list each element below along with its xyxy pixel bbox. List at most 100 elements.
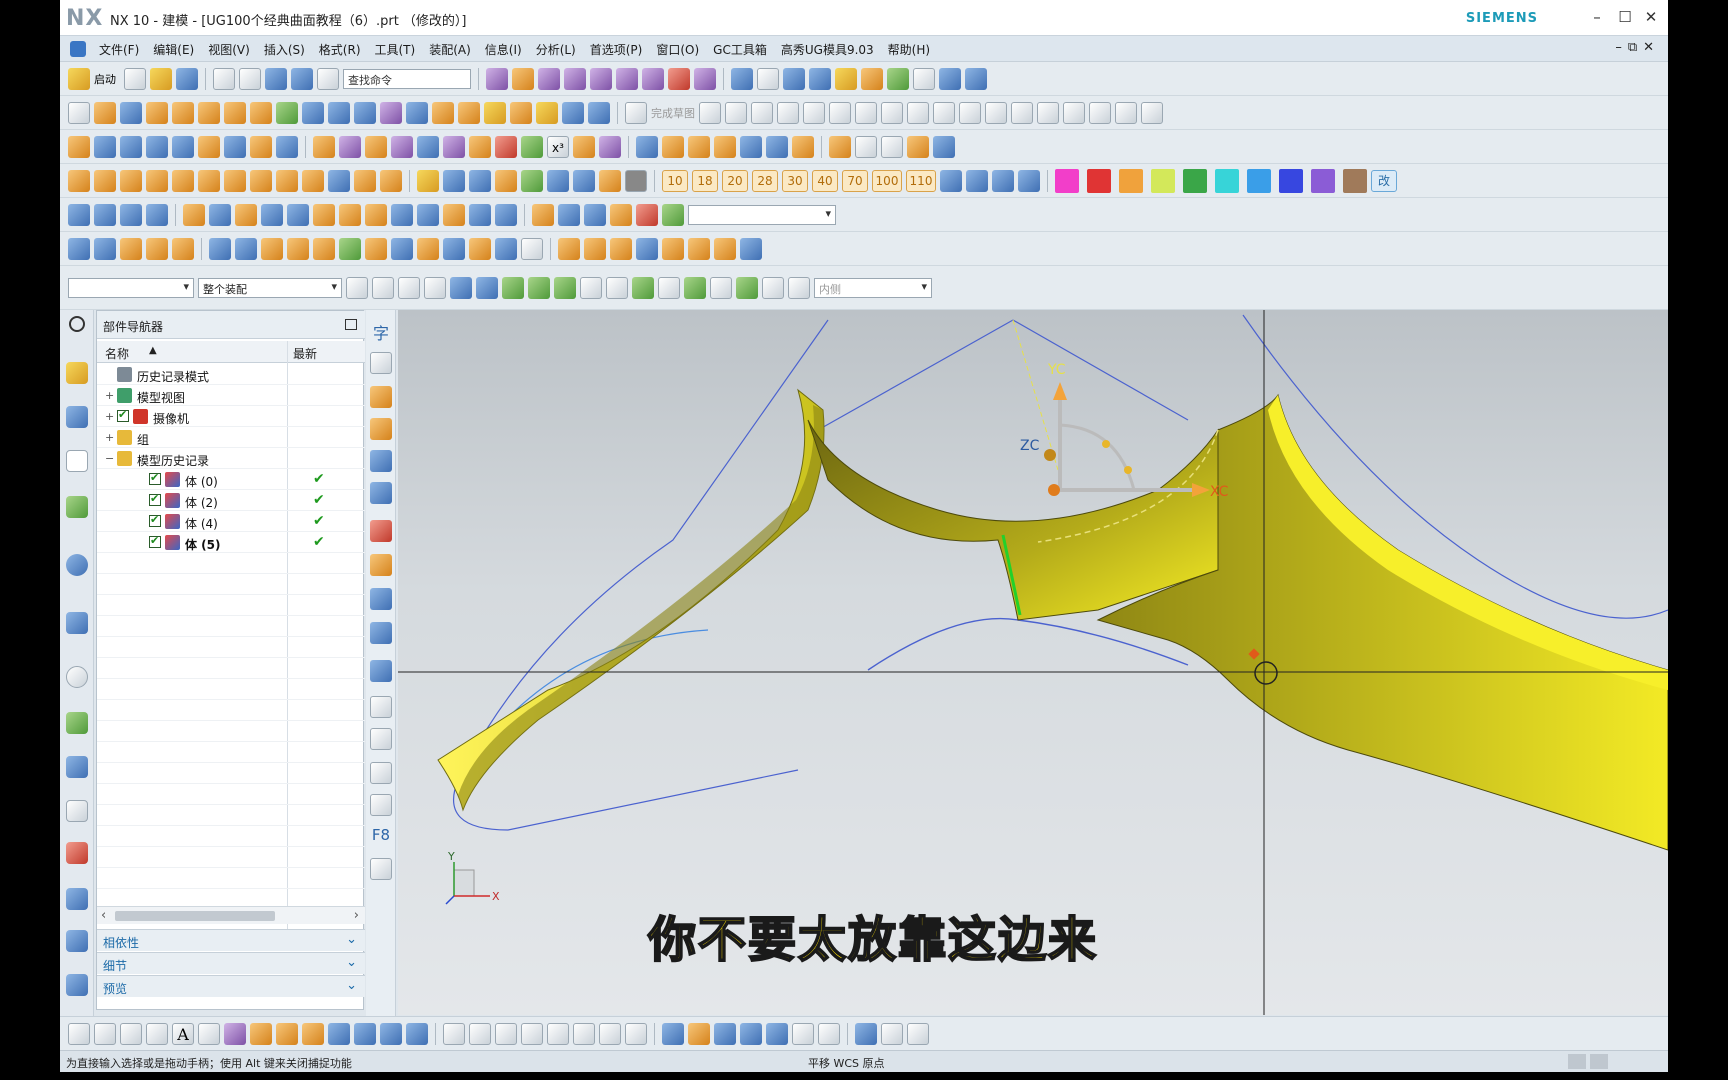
background-icon[interactable] (887, 68, 909, 90)
sketch-settings-icon[interactable] (1141, 102, 1163, 124)
mold-base-icon[interactable] (276, 170, 298, 192)
sew-icon[interactable] (276, 136, 298, 158)
tree-node-row[interactable]: + 模型视图 (97, 385, 365, 406)
circle-analysis-icon[interactable] (881, 136, 903, 158)
patch-icon[interactable] (469, 136, 491, 158)
cylinder-icon[interactable] (328, 102, 350, 124)
mirror-box-icon[interactable] (370, 728, 392, 750)
redo-icon[interactable] (239, 68, 261, 90)
gauge-icon[interactable] (740, 238, 762, 260)
inner-scope-combo[interactable]: 内侧 (814, 278, 932, 298)
colorful-grid-icon[interactable] (662, 204, 684, 226)
capsule-icon[interactable] (558, 238, 580, 260)
wire-curve-left[interactable] (453, 319, 829, 831)
tree-icon[interactable] (495, 204, 517, 226)
status-view-icons[interactable] (1568, 1054, 1608, 1069)
label-chamfer-icon[interactable] (235, 204, 257, 226)
menu-item-7[interactable]: 信息(I) (478, 41, 529, 58)
color-swatch-9[interactable] (1343, 169, 1367, 193)
start-menu-label[interactable]: 启动 (94, 71, 116, 87)
maximize-button[interactable]: ☐ (1614, 6, 1636, 28)
slider-icon[interactable] (417, 238, 439, 260)
bottom-bridge-icon[interactable] (469, 1023, 491, 1045)
search-command-input[interactable]: 查找命令 (343, 69, 471, 89)
copy-face-icon[interactable] (391, 204, 413, 226)
bottom-tool-icon[interactable] (688, 1023, 710, 1045)
maximize-panel-icon[interactable] (345, 319, 357, 330)
body-feature-row[interactable]: 体 (0) ✔ (97, 469, 365, 490)
render-style-icon[interactable] (616, 68, 638, 90)
mold-csys-icon[interactable] (120, 170, 142, 192)
palette-icon-1[interactable] (66, 930, 88, 952)
family-mold-icon[interactable] (224, 170, 246, 192)
bottom-fillet-icon[interactable] (302, 1023, 324, 1045)
block-icon[interactable] (302, 102, 324, 124)
start-icon[interactable] (68, 68, 90, 90)
import-icon[interactable] (521, 170, 543, 192)
ruled-icon[interactable] (146, 136, 168, 158)
tray-icon[interactable] (714, 238, 736, 260)
menu-item-6[interactable]: 装配(A) (422, 41, 478, 58)
guide-pin-icon[interactable] (365, 238, 387, 260)
type-filter-combo[interactable] (68, 278, 194, 298)
solid-body-icon[interactable] (783, 68, 805, 90)
tree-node-row[interactable]: + 摄像机 (97, 406, 365, 427)
snap-point-icon[interactable] (398, 277, 420, 299)
quick-value-button-30[interactable]: 30 (782, 170, 808, 192)
plus-snap-icon[interactable] (762, 277, 784, 299)
parting-icon[interactable] (250, 170, 272, 192)
shell-icon[interactable] (458, 102, 480, 124)
bushing-icon[interactable] (339, 238, 361, 260)
finish-sketch-label[interactable]: 完成草图 (651, 105, 695, 121)
dimension-tool-icon[interactable] (370, 352, 392, 374)
expression-icon[interactable]: x³ (547, 136, 569, 158)
wcs-rotate-handle[interactable] (1102, 440, 1110, 448)
hole-icon[interactable] (146, 102, 168, 124)
move-face-icon[interactable] (68, 204, 90, 226)
through-curves-icon[interactable] (68, 136, 90, 158)
sun-gear-icon[interactable] (172, 238, 194, 260)
snapshot-icon[interactable] (573, 170, 595, 192)
standard-part-icon[interactable] (302, 170, 324, 192)
endpoint-snap-icon[interactable] (502, 277, 524, 299)
quick-value-button-40[interactable]: 40 (812, 170, 838, 192)
tree-node-row[interactable]: − 模型历史记录 (97, 448, 365, 469)
selection-filter-combo[interactable] (688, 205, 836, 225)
unite-icon[interactable] (198, 102, 220, 124)
quick-extend-icon[interactable] (985, 102, 1007, 124)
face-blend-icon[interactable] (250, 136, 272, 158)
offset-region-icon[interactable] (120, 204, 142, 226)
camera-icon[interactable] (547, 170, 569, 192)
right-main-surface[interactable] (1096, 393, 1668, 851)
bridge-tool-icon[interactable] (940, 170, 962, 192)
bench-icon[interactable] (662, 238, 684, 260)
edge-blend-icon[interactable] (432, 102, 454, 124)
sort-ascending-icon[interactable]: ▲ (149, 345, 157, 356)
bottom-wrap-icon[interactable] (406, 1023, 428, 1045)
bottom-cross-icon[interactable] (495, 1023, 517, 1045)
bottom-smooth-icon[interactable] (625, 1023, 647, 1045)
wireframe-icon[interactable] (538, 68, 560, 90)
finish-sketch-icon[interactable] (625, 102, 647, 124)
select-face-icon[interactable] (476, 277, 498, 299)
gray-block-icon[interactable] (625, 170, 647, 192)
point-on-curve-icon[interactable] (710, 277, 732, 299)
snap-grid-icon[interactable] (94, 238, 116, 260)
color-swatch-4[interactable] (1183, 169, 1207, 193)
extrude-icon[interactable] (94, 102, 116, 124)
bottom-divide-icon[interactable] (443, 1023, 465, 1045)
pull-face-icon[interactable] (94, 204, 116, 226)
navigator-hscroll[interactable]: ‹ › (97, 906, 365, 924)
wcs-origin-handle[interactable] (1048, 484, 1060, 496)
cross-section-icon[interactable] (313, 204, 335, 226)
bottom-point-set-icon[interactable] (740, 1023, 762, 1045)
column-name[interactable]: 名称 (105, 345, 129, 362)
bracket-icon[interactable] (120, 238, 142, 260)
spring-icon[interactable] (391, 238, 413, 260)
bottom-xform-icon[interactable] (907, 1023, 929, 1045)
wcs-z-handle[interactable] (1044, 449, 1056, 461)
select-body-icon[interactable] (450, 277, 472, 299)
offset-curve-3d-icon[interactable] (740, 136, 762, 158)
color-swatch-3[interactable] (1151, 169, 1175, 193)
expand-icon[interactable]: + (105, 410, 114, 423)
